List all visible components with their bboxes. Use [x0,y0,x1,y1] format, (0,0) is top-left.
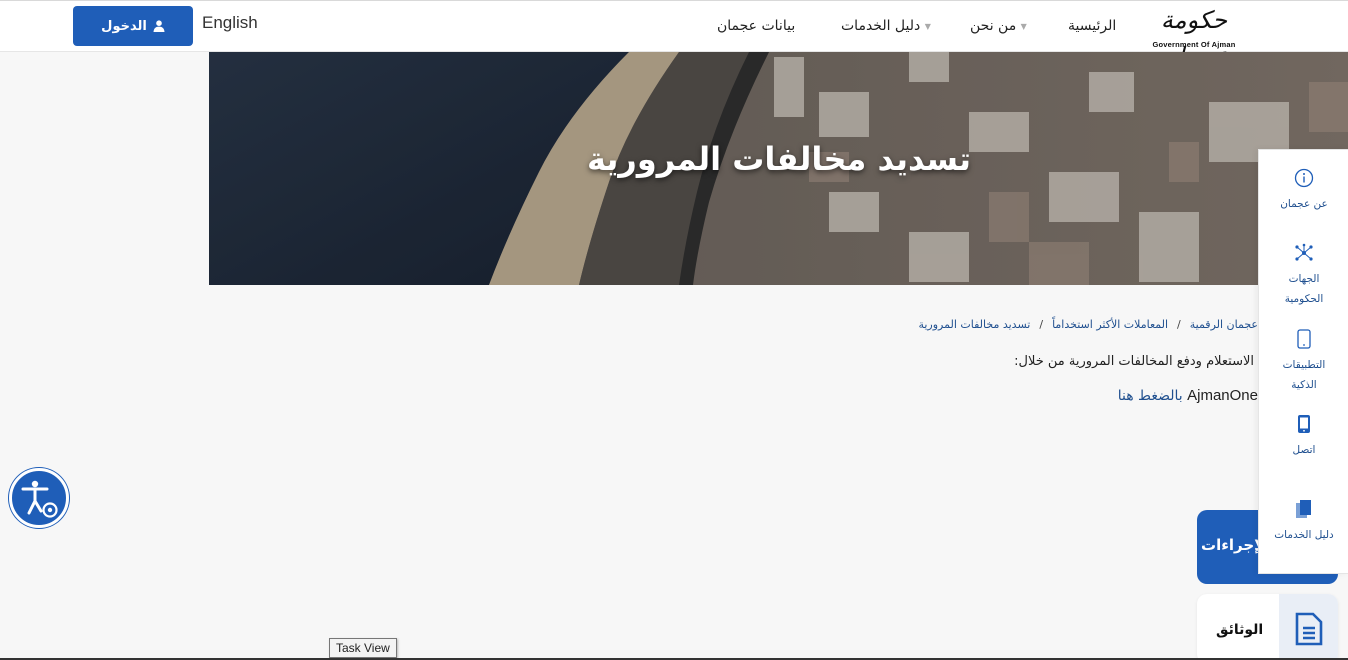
header: الدخول English بيانات عجمان ▼ دليل الخدم… [0,0,1348,70]
accessibility-icon [21,480,58,518]
documents-label: الوثائق [1216,622,1264,638]
side-item-label: عن عجمان [1280,198,1328,210]
accessibility-button[interactable] [9,468,69,528]
chevron-down-icon: ▼ [1020,21,1027,31]
government-logo[interactable]: حكومة عجمان Government Of Ajman [1148,2,1240,70]
breadcrumb-current: تسديد مخالفات المرورية [918,318,1031,331]
documents-card[interactable]: الوثائق [1197,594,1338,660]
ajmanone-label: AjmanOne [1187,387,1258,404]
logo-english-text: Government Of Ajman [1152,40,1236,49]
quick-access-panel: عن عجمان الجهات الحكومية التطبيقات الذكي… [1258,149,1348,574]
service-link-line: AjmanOne بالضغط هنا [1118,387,1258,404]
documents-icon-box [1279,594,1338,660]
nav-services-guide[interactable]: ▼ دليل الخدمات [841,18,935,34]
mobile-icon [1297,329,1311,349]
click-here-link[interactable]: بالضغط هنا [1118,388,1183,404]
network-icon [1295,243,1313,261]
nav-label: دليل الخدمات [841,18,921,34]
login-button[interactable]: الدخول [73,6,193,46]
side-item-contact[interactable]: اتصل [1259,414,1348,460]
user-icon [153,20,165,32]
side-item-label: الجهات الحكومية [1284,273,1324,305]
task-view-tooltip: Task View [329,638,397,658]
breadcrumb-separator: / [1039,318,1044,331]
info-icon [1294,168,1314,188]
breadcrumb-item[interactable]: عجمان الرقمية [1190,318,1258,331]
nav-ajman-data[interactable]: بيانات عجمان [717,18,795,34]
nav-label: بيانات عجمان [717,18,796,34]
nav-about-us[interactable]: ▼ من نحن [970,18,1031,34]
chevron-down-icon: ▼ [924,21,931,31]
side-item-label: دليل الخدمات [1274,529,1334,541]
phone-icon [1298,415,1310,433]
breadcrumb-item[interactable]: المعاملات الأكثر استخداماً [1052,318,1168,331]
service-description: الاستعلام ودفع المخالفات المرورية من خلا… [1014,354,1254,369]
nav-label: الرئيسية [1068,18,1117,34]
page-title: تسديد مخالفات المرورية [586,140,972,178]
side-item-about-ajman[interactable]: عن عجمان [1259,168,1348,214]
hero-banner: تسديد مخالفات المرورية [209,52,1348,285]
nav-label: من نحن [970,18,1017,34]
nav-home[interactable]: الرئيسية [1068,18,1116,34]
side-item-label: اتصل [1292,444,1316,456]
breadcrumb: عجمان الرقمية / المعاملات الأكثر استخداماً… [918,318,1258,331]
language-switch-link[interactable]: English [202,13,258,33]
breadcrumb-separator: / [1177,318,1181,331]
login-label: الدخول [101,18,147,34]
side-item-label: التطبيقات الذكية [1282,359,1326,391]
side-item-government-entities[interactable]: الجهات الحكومية [1259,243,1348,309]
document-icon [1295,612,1322,646]
side-item-services-guide[interactable]: دليل الخدمات [1259,499,1348,545]
copy-icon [1296,500,1311,518]
header-top-border [0,0,1348,1]
side-item-smart-apps[interactable]: التطبيقات الذكية [1259,329,1348,395]
